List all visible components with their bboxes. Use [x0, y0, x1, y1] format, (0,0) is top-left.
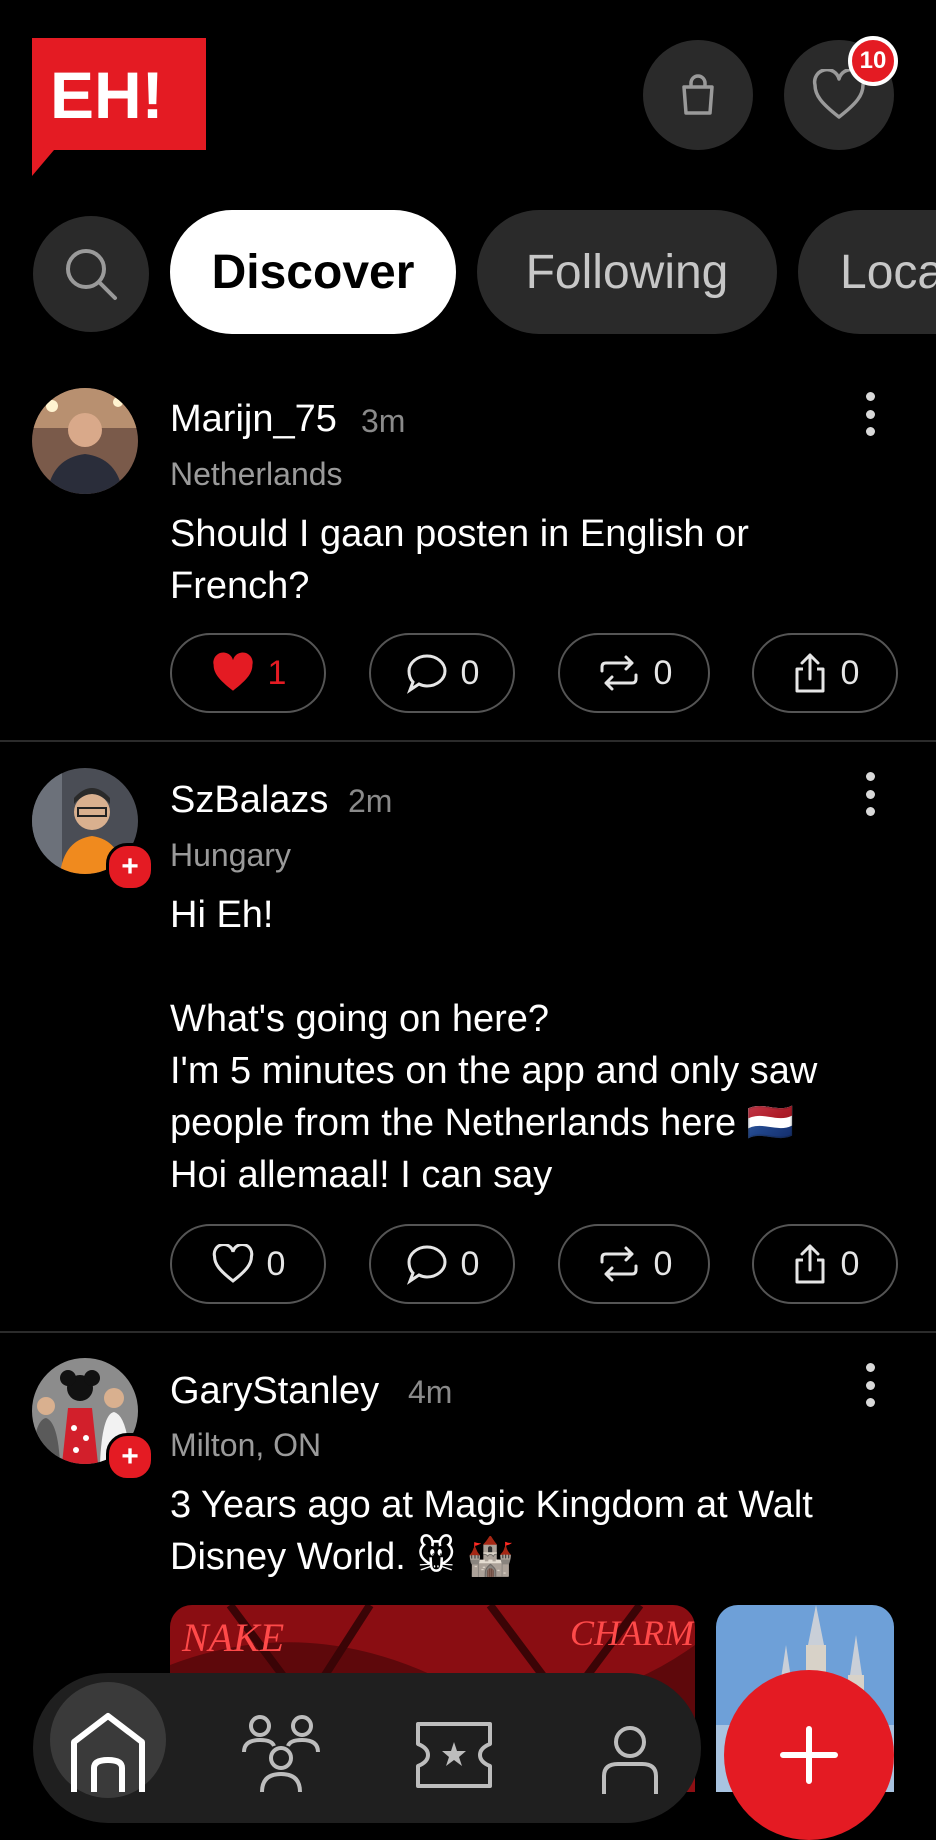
post-time: 2m — [348, 783, 393, 819]
shop-button[interactable] — [643, 40, 753, 150]
tab-following[interactable]: Following — [477, 210, 777, 334]
post-location: Milton, ON — [170, 1427, 322, 1463]
heart-filled-icon — [212, 652, 253, 691]
share-icon — [795, 653, 825, 693]
divider — [0, 740, 936, 742]
media-text-right: CHARM — [570, 1613, 695, 1653]
nav-profile[interactable] — [600, 1724, 660, 1799]
repost-button[interactable]: 0 — [558, 1224, 710, 1304]
eh-logo[interactable]: EH! — [32, 38, 206, 156]
comment-icon — [406, 1245, 447, 1285]
nav-home[interactable] — [50, 1682, 166, 1798]
share-count: 0 — [840, 1244, 860, 1283]
post-location: Netherlands — [170, 456, 343, 492]
like-count: 0 — [266, 1244, 286, 1283]
bag-icon — [682, 74, 714, 115]
media-text-left: NAKE — [181, 1615, 284, 1660]
heart-icon — [212, 1244, 253, 1283]
post-time: 3m — [361, 403, 406, 439]
like-button[interactable]: 0 — [170, 1224, 326, 1304]
more-icon[interactable] — [862, 1363, 878, 1407]
logo-tail — [32, 150, 54, 176]
notification-badge: 10 — [848, 36, 898, 86]
repost-count: 0 — [653, 653, 673, 692]
username[interactable]: Marijn_75 — [170, 398, 337, 441]
share-count: 0 — [840, 653, 860, 692]
follow-plus-button[interactable]: + — [106, 1433, 154, 1481]
plus-icon — [780, 1726, 838, 1784]
post-text: Should I gaan posten in English or Frenc… — [170, 513, 749, 607]
profile-icon — [602, 1726, 658, 1794]
more-icon[interactable] — [862, 392, 878, 436]
follow-plus-button[interactable]: + — [106, 843, 154, 891]
comment-button[interactable]: 0 — [369, 633, 515, 713]
username[interactable]: SzBalazs — [170, 779, 328, 822]
share-button[interactable]: 0 — [752, 1224, 898, 1304]
repost-count: 0 — [653, 1244, 673, 1283]
like-button[interactable]: 1 — [170, 633, 326, 713]
share-button[interactable]: 0 — [752, 633, 898, 713]
repost-icon — [600, 1246, 638, 1282]
username[interactable]: GaryStanley — [170, 1370, 379, 1413]
post-text: 3 Years ago at Magic Kingdom at Walt Dis… — [170, 1484, 813, 1578]
share-icon — [795, 1244, 825, 1284]
comment-count: 0 — [460, 1244, 480, 1283]
repost-button[interactable]: 0 — [558, 633, 710, 713]
home-icon — [71, 1713, 145, 1792]
logo-text: EH! — [50, 58, 164, 132]
post-location: Hungary — [170, 837, 291, 873]
more-icon[interactable] — [862, 772, 878, 816]
comment-button[interactable]: 0 — [369, 1224, 515, 1304]
like-count: 1 — [267, 653, 287, 692]
post-time: 4m — [408, 1374, 453, 1410]
tab-discover[interactable]: Discover — [170, 210, 456, 334]
comment-icon — [406, 654, 447, 694]
search-icon — [66, 249, 117, 300]
nav-community[interactable] — [240, 1712, 322, 1797]
divider — [0, 1331, 936, 1333]
people-icon — [242, 1715, 320, 1793]
avatar[interactable] — [32, 388, 138, 494]
create-post-button[interactable] — [724, 1670, 894, 1840]
post-text: Hi Eh! What's going on here? I'm 5 minut… — [170, 894, 818, 1196]
comment-count: 0 — [460, 653, 480, 692]
repost-icon — [600, 655, 638, 691]
search-button[interactable] — [33, 216, 149, 332]
nav-events[interactable] — [414, 1718, 494, 1797]
ticket-icon — [416, 1722, 492, 1788]
tab-local[interactable]: Loca — [798, 210, 936, 334]
